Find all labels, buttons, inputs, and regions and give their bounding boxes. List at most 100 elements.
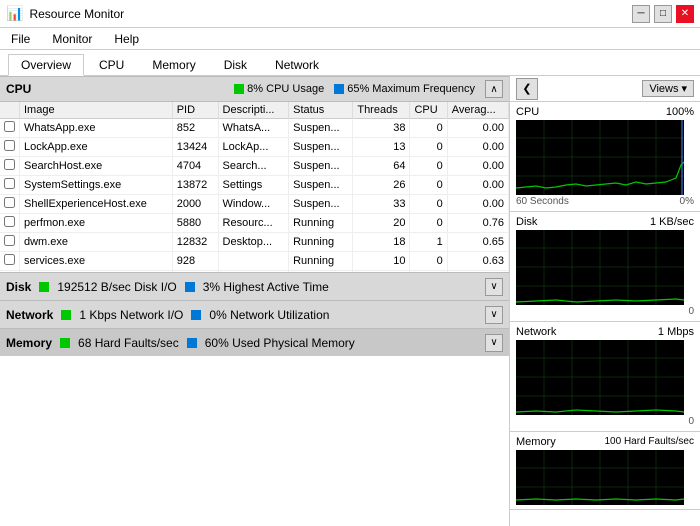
- row-cpu: 0: [410, 214, 447, 233]
- network-stat2-label: 0% Network Utilization: [209, 308, 329, 322]
- network-section-header: Network 1 Kbps Network I/O 0% Network Ut…: [0, 300, 509, 328]
- memory-graph-section: Memory 100 Hard Faults/sec: [510, 432, 700, 510]
- row-desc: Window...: [218, 195, 289, 214]
- menu-help[interactable]: Help: [111, 31, 142, 47]
- minimize-button[interactable]: ─: [632, 5, 650, 23]
- cpu-graph-bottom-left: 60 Seconds: [516, 196, 569, 207]
- app-title: Resource Monitor: [29, 7, 124, 21]
- network-graph-canvas: [516, 340, 684, 415]
- network-inner: Network 1 Kbps Network I/O 0% Network Ut…: [6, 308, 329, 322]
- menu-monitor[interactable]: Monitor: [49, 31, 95, 47]
- row-threads: 64: [353, 157, 410, 176]
- table-row: SearchHost.exe 4704 Search... Suspen... …: [0, 157, 509, 176]
- row-checkbox[interactable]: [0, 157, 20, 176]
- maximize-button[interactable]: □: [654, 5, 672, 23]
- cpu-section-header: CPU 8% CPU Usage 65% Maximum Frequency ∧: [0, 76, 509, 102]
- disk-stat1-label: 192512 B/sec Disk I/O: [57, 280, 176, 294]
- row-checkbox[interactable]: [0, 195, 20, 214]
- views-chevron-icon: ▾: [681, 82, 687, 95]
- row-checkbox[interactable]: [0, 119, 20, 138]
- col-check: [0, 102, 20, 119]
- cpu-table-body: WhatsApp.exe 852 WhatsA... Suspen... 38 …: [0, 119, 509, 273]
- row-status: Suspen...: [289, 176, 353, 195]
- tab-disk[interactable]: Disk: [211, 54, 260, 75]
- memory-stat1-label: 68 Hard Faults/sec: [78, 336, 179, 350]
- disk-collapse-btn[interactable]: ∨: [485, 278, 503, 296]
- table-row: SystemSettings.exe 13872 Settings Suspen…: [0, 176, 509, 195]
- row-image: SearchHost.exe: [20, 157, 173, 176]
- row-status: Running: [289, 233, 353, 252]
- row-avg: 0.76: [447, 214, 508, 233]
- row-avg: 0.65: [447, 233, 508, 252]
- disk-graph-bottom-right: 0: [688, 306, 694, 317]
- col-status[interactable]: Status: [289, 102, 353, 119]
- nav-prev-button[interactable]: ❮: [516, 78, 538, 100]
- row-checkbox[interactable]: [0, 176, 20, 195]
- row-avg: 0.00: [447, 157, 508, 176]
- cpu-graph-right-label: 100%: [666, 106, 694, 118]
- tab-memory[interactable]: Memory: [139, 54, 208, 75]
- cpu-stats: 8% CPU Usage 65% Maximum Frequency ∧: [234, 80, 503, 98]
- row-pid: 2000: [172, 195, 218, 214]
- row-desc: Desktop...: [218, 233, 289, 252]
- window-controls: ─ □ ✕: [632, 5, 694, 23]
- table-row: ShellExperienceHost.exe 2000 Window... S…: [0, 195, 509, 214]
- cpu-stat1-icon: [234, 84, 244, 94]
- row-checkbox[interactable]: [0, 233, 20, 252]
- right-panel-header: ❮ Views ▾: [510, 76, 700, 102]
- row-desc: LockAp...: [218, 138, 289, 157]
- row-image: LockApp.exe: [20, 138, 173, 157]
- cpu-stat1: 8% CPU Usage: [234, 83, 324, 95]
- row-image: ShellExperienceHost.exe: [20, 195, 173, 214]
- views-button[interactable]: Views ▾: [642, 80, 694, 97]
- row-desc: Settings: [218, 176, 289, 195]
- row-pid: 13424: [172, 138, 218, 157]
- network-graph-header: Network 1 Mbps: [516, 326, 694, 338]
- row-checkbox[interactable]: [0, 214, 20, 233]
- tab-cpu[interactable]: CPU: [86, 54, 137, 75]
- col-pid[interactable]: PID: [172, 102, 218, 119]
- network-collapse-btn[interactable]: ∨: [485, 306, 503, 324]
- row-threads: 38: [353, 119, 410, 138]
- table-row: LockApp.exe 13424 LockAp... Suspen... 13…: [0, 138, 509, 157]
- col-image[interactable]: Image: [20, 102, 173, 119]
- row-cpu: 0: [410, 195, 447, 214]
- row-cpu: 0: [410, 119, 447, 138]
- cpu-table-container[interactable]: Image PID Descripti... Status Threads CP…: [0, 102, 509, 272]
- main-area: CPU 8% CPU Usage 65% Maximum Frequency ∧: [0, 76, 700, 526]
- cpu-graph-svg: [516, 120, 684, 195]
- menu-file[interactable]: File: [8, 31, 33, 47]
- col-avg[interactable]: Averag...: [447, 102, 508, 119]
- row-status: Suspen...: [289, 119, 353, 138]
- memory-inner: Memory 68 Hard Faults/sec 60% Used Physi…: [6, 336, 355, 350]
- row-checkbox[interactable]: [0, 252, 20, 271]
- row-status: Suspen...: [289, 157, 353, 176]
- memory-title: Memory: [6, 336, 52, 350]
- row-cpu: 0: [410, 252, 447, 271]
- network-stat1-icon: [61, 310, 71, 320]
- network-graph-bottom-right: 0: [688, 416, 694, 427]
- network-graph-right-label: 1 Mbps: [658, 326, 694, 338]
- table-row: perfmon.exe 5880 Resourc... Running 20 0…: [0, 214, 509, 233]
- col-cpu[interactable]: CPU: [410, 102, 447, 119]
- col-threads[interactable]: Threads: [353, 102, 410, 119]
- close-button[interactable]: ✕: [676, 5, 694, 23]
- disk-graph-right-label: 1 KB/sec: [650, 216, 694, 228]
- disk-graph-svg: [516, 230, 684, 305]
- tab-network[interactable]: Network: [262, 54, 332, 75]
- row-checkbox[interactable]: [0, 138, 20, 157]
- row-desc: Search...: [218, 157, 289, 176]
- row-status: Suspen...: [289, 138, 353, 157]
- row-image: dwm.exe: [20, 233, 173, 252]
- row-desc: WhatsA...: [218, 119, 289, 138]
- cpu-collapse-btn[interactable]: ∧: [485, 80, 503, 98]
- memory-collapse-btn[interactable]: ∨: [485, 334, 503, 352]
- disk-section-header: Disk 192512 B/sec Disk I/O 3% Highest Ac…: [0, 272, 509, 300]
- tab-overview[interactable]: Overview: [8, 54, 84, 76]
- col-desc[interactable]: Descripti...: [218, 102, 289, 119]
- disk-graph-canvas: [516, 230, 684, 305]
- views-label: Views: [649, 83, 678, 95]
- cpu-stat2: 65% Maximum Frequency: [334, 83, 475, 95]
- memory-graph-right-label: 100 Hard Faults/sec: [605, 436, 695, 448]
- cpu-stat2-icon: [334, 84, 344, 94]
